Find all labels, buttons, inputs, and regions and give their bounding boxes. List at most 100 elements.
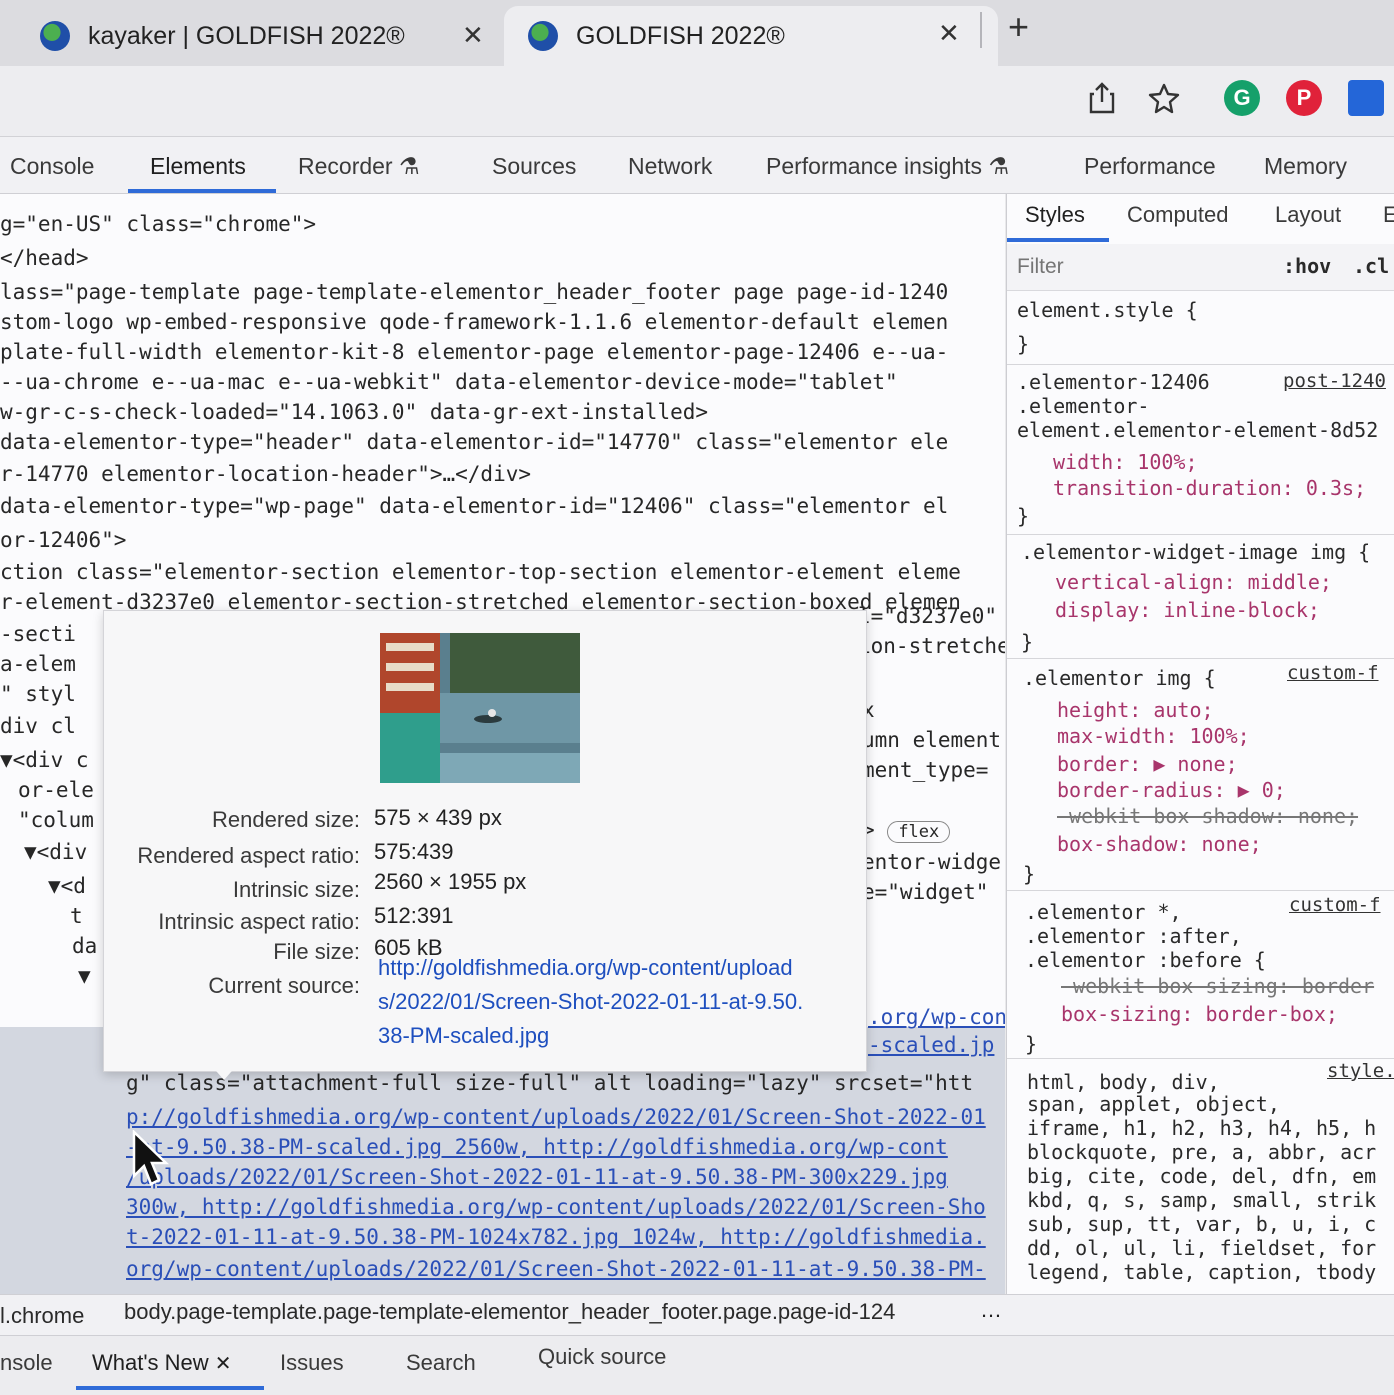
css-declaration-overridden[interactable]: -webkit-box-shadow: none; xyxy=(1057,804,1358,828)
dom-line[interactable]: a-elem xyxy=(0,652,76,676)
dom-line[interactable]: g="en-US" class="chrome"> xyxy=(0,212,316,236)
tab-sources[interactable]: Sources xyxy=(492,153,576,180)
dom-line[interactable]: data-elementor-type="header" data-elemen… xyxy=(0,430,948,454)
dom-line[interactable]: data-elementor-type="wp-page" data-eleme… xyxy=(0,494,948,518)
dom-line[interactable]: --ua-chrome e--ua-mac e--ua-webkit" data… xyxy=(0,370,898,394)
dom-line[interactable]: p://goldfishmedia.org/wp-content/uploads… xyxy=(126,1105,986,1129)
breadcrumb-item[interactable]: l.chrome xyxy=(0,1303,84,1329)
dom-line[interactable]: " styl xyxy=(0,682,76,706)
tab-console[interactable]: Console xyxy=(10,153,94,180)
drawer-tab-issues[interactable]: Issues xyxy=(280,1350,344,1376)
css-selector: .elementor :after, xyxy=(1025,924,1242,948)
dom-line[interactable]: 300w, http://goldfishmedia.org/wp-conten… xyxy=(126,1195,986,1219)
css-brace: } xyxy=(1017,332,1030,356)
dom-line[interactable]: ▼<d xyxy=(48,874,86,898)
current-source-link[interactable]: http://goldfishmedia.org/wp-content/uplo… xyxy=(378,955,793,981)
dom-line[interactable]: /uploads/2022/01/Screen-Shot-2022-01-11-… xyxy=(126,1165,948,1189)
tab-performance[interactable]: Performance xyxy=(1084,153,1216,180)
dom-line[interactable]: g" class="attachment-full size-full" alt… xyxy=(126,1071,973,1095)
rule-source-link[interactable]: style. xyxy=(1327,1060,1394,1082)
drawer-tab-quick-source[interactable]: Quick source xyxy=(538,1344,666,1370)
css-declaration[interactable]: max-width: 100%; xyxy=(1057,724,1250,748)
star-icon[interactable] xyxy=(1146,80,1182,116)
rule-source-link[interactable]: custom-f xyxy=(1287,662,1379,684)
tab-memory[interactable]: Memory xyxy=(1264,153,1347,180)
dom-line[interactable]: da xyxy=(72,934,97,958)
dom-line[interactable]: l="d3237e0" xyxy=(858,604,997,628)
tab-computed[interactable]: Computed xyxy=(1127,202,1229,228)
tab-elements[interactable]: Elements xyxy=(150,153,246,180)
css-declaration[interactable]: box-sizing: border-box; xyxy=(1061,1002,1338,1026)
dom-line[interactable]: umn element xyxy=(862,728,1001,752)
dom-line[interactable]: -secti xyxy=(0,622,76,646)
dom-line[interactable]: "colum xyxy=(18,808,94,832)
rule-source-link[interactable]: custom-f xyxy=(1289,894,1381,916)
rule-source-link[interactable]: post-1240 xyxy=(1283,370,1386,392)
dom-line[interactable]: or-12406"> xyxy=(0,528,126,552)
tab-kayaker[interactable]: kayaker | GOLDFISH 2022® ✕ xyxy=(18,6,516,66)
css-declaration[interactable]: box-shadow: none; xyxy=(1057,832,1262,856)
css-declaration-overridden[interactable]: -webkit-box-sizing: border xyxy=(1061,974,1374,998)
dom-line[interactable]: org/wp-content/uploads/2022/01/Screen-Sh… xyxy=(126,1257,986,1281)
dom-line[interactable]: ▼ xyxy=(78,964,91,988)
dom-line[interactable]: ▼<div c xyxy=(0,748,89,772)
new-tab-button[interactable]: + xyxy=(1008,6,1029,48)
current-source-link[interactable]: 38-PM-scaled.jpg xyxy=(378,1023,549,1049)
dom-line[interactable]: t-2022-01-11-at-9.50.38-PM-1024x782.jpg … xyxy=(126,1225,986,1249)
close-tab-button[interactable]: ✕ xyxy=(462,20,484,51)
dom-line[interactable]: -scaled.jp xyxy=(868,1033,994,1057)
drawer-tab-whats-new[interactable]: What's New ✕ xyxy=(92,1350,232,1376)
css-declaration[interactable]: border-radius: ▶ 0; xyxy=(1057,778,1286,802)
dom-line[interactable]: w-gr-c-s-check-loaded="14.1063.0" data-g… xyxy=(0,400,708,424)
css-declaration[interactable]: transition-duration: 0.3s; xyxy=(1053,476,1366,500)
current-source-link[interactable]: s/2022/01/Screen-Shot-2022-01-11-at-9.50… xyxy=(378,989,803,1015)
css-declaration[interactable]: width: 100%; xyxy=(1053,450,1198,474)
share-icon[interactable] xyxy=(1084,80,1120,116)
css-selector: .elementor *, xyxy=(1025,900,1182,924)
css-declaration[interactable]: border: ▶ none; xyxy=(1057,752,1238,776)
cls-toggle[interactable]: .cl xyxy=(1353,254,1389,278)
dom-line[interactable]: ction class="elementor-section elementor… xyxy=(0,560,961,584)
dom-line[interactable]: div cl xyxy=(0,714,76,738)
dom-line[interactable]: e="widget" xyxy=(862,880,988,904)
dom-line[interactable]: .org/wp-con xyxy=(868,1005,1005,1029)
hov-toggle[interactable]: :hov xyxy=(1283,254,1331,278)
breadcrumb-more[interactable]: … xyxy=(980,1297,1002,1323)
breadcrumb-item[interactable]: body.page-template.page-template-element… xyxy=(124,1299,895,1325)
flex-badge[interactable]: flex xyxy=(887,821,951,843)
dom-line[interactable]: -at-9.50.38-PM-scaled.jpg 2560w, http://… xyxy=(126,1135,948,1159)
pinterest-icon[interactable]: P xyxy=(1286,80,1322,116)
dom-line[interactable]: stom-logo wp-embed-responsive qode-frame… xyxy=(0,310,948,334)
dom-line[interactable]: entor-widge xyxy=(862,850,1001,874)
dom-line[interactable]: lass="page-template page-template-elemen… xyxy=(0,280,948,304)
css-selector: blockquote, pre, a, abbr, acr xyxy=(1027,1140,1377,1164)
drawer-tab-console[interactable]: nsole xyxy=(0,1350,53,1376)
dom-line[interactable]: or-ele xyxy=(18,778,94,802)
tab-performance-insights[interactable]: Performance insights ⚗ xyxy=(766,153,1009,180)
tab-event-listeners[interactable]: E xyxy=(1383,202,1394,228)
styles-filter-input[interactable] xyxy=(1015,252,1259,282)
css-declaration[interactable]: vertical-align: middle; xyxy=(1055,570,1332,594)
dom-line[interactable]: ment_type= xyxy=(862,758,988,782)
recorder-flask-icon: ⚗ xyxy=(399,153,420,179)
grammarly-icon[interactable]: G xyxy=(1224,80,1260,116)
dom-line[interactable]: t xyxy=(70,904,83,928)
close-tab-button[interactable]: ✕ xyxy=(938,18,960,49)
css-declaration[interactable]: display: inline-block; xyxy=(1055,598,1320,622)
tab-styles[interactable]: Styles xyxy=(1025,202,1085,228)
dom-line[interactable]: ▼<div xyxy=(24,840,87,864)
close-icon[interactable]: ✕ xyxy=(215,1353,232,1375)
tab-layout[interactable]: Layout xyxy=(1275,202,1341,228)
dom-line[interactable]: r-14770 elementor-location-header">…</di… xyxy=(0,462,531,486)
extension-icon[interactable] xyxy=(1348,80,1384,116)
dom-line[interactable]: > flex xyxy=(862,818,951,843)
dom-breadcrumb: l.chrome body.page-template.page-templat… xyxy=(0,1294,1394,1335)
tab-goldfish[interactable]: GOLDFISH 2022® ✕ xyxy=(504,6,998,66)
dom-line[interactable]: plate-full-width elementor-kit-8 element… xyxy=(0,340,948,364)
css-declaration[interactable]: height: auto; xyxy=(1057,698,1214,722)
tab-network[interactable]: Network xyxy=(628,153,712,180)
dom-line[interactable]: </head> xyxy=(0,246,89,270)
dom-line[interactable]: ion-stretche xyxy=(858,634,1005,658)
drawer-tab-search[interactable]: Search xyxy=(406,1350,476,1376)
tab-recorder[interactable]: Recorder ⚗ xyxy=(298,153,420,180)
